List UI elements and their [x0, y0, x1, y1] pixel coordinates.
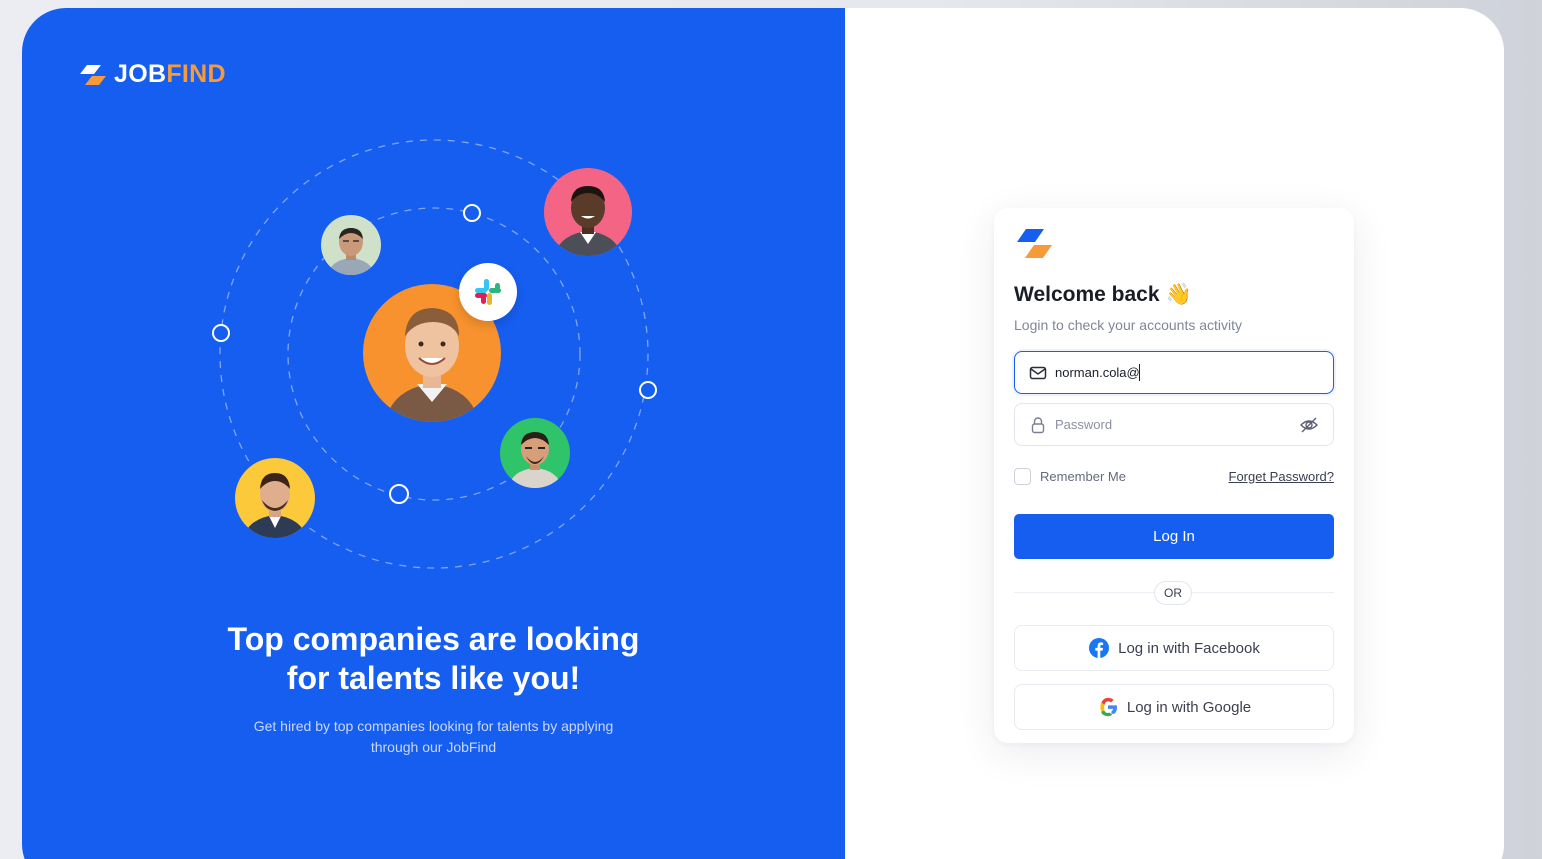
welcome-title: Welcome back: [1014, 283, 1160, 306]
google-login-button[interactable]: Log in with Google: [1014, 684, 1334, 730]
avatar-top-right: [544, 168, 632, 256]
hero-headline: Top companies are looking for talents li…: [22, 620, 845, 698]
hero-panel: JOBFIND Top companies are looking for ta…: [22, 8, 845, 859]
slack-icon: [475, 279, 501, 305]
login-panel: Welcome back 👋 Login to check your accou…: [845, 8, 1504, 859]
login-button[interactable]: Log In: [1014, 514, 1334, 559]
hero-subtext-line1: Get hired by top companies looking for t…: [253, 718, 614, 734]
eye-off-icon: [1300, 417, 1318, 432]
facebook-login-button[interactable]: Log in with Facebook: [1014, 625, 1334, 671]
email-field[interactable]: norman.cola@: [1014, 351, 1334, 394]
google-login-label: Log in with Google: [1126, 698, 1252, 716]
orbit-dot: [212, 324, 230, 342]
login-card: Welcome back 👋 Login to check your accou…: [994, 208, 1354, 743]
toggle-password-visibility[interactable]: [1299, 416, 1319, 434]
orbit-dot: [639, 381, 657, 399]
forgot-password-link[interactable]: Forget Password?: [1229, 469, 1335, 484]
remember-me-label: Remember Me: [1040, 469, 1126, 484]
facebook-icon: [1089, 638, 1110, 658]
slack-badge: [459, 263, 517, 321]
facebook-login-label: Log in with Facebook: [1118, 639, 1260, 657]
welcome-heading: Welcome back 👋: [1014, 283, 1192, 307]
lock-icon: [1031, 416, 1045, 433]
orbit-dot: [463, 204, 481, 222]
app-frame: JOBFIND Top companies are looking for ta…: [22, 8, 1504, 859]
hero-subtext: Get hired by top companies looking for t…: [22, 716, 845, 758]
email-input-value[interactable]: norman.cola@: [1055, 365, 1140, 380]
google-icon: [1100, 697, 1117, 717]
orbit-dot: [389, 484, 409, 504]
jobfind-logo-icon: [1017, 229, 1052, 258]
avatar-bottom-left: [235, 458, 315, 538]
mail-icon: [1029, 366, 1047, 379]
hero-headline-line1: Top companies are looking: [227, 621, 640, 657]
login-subtitle: Login to check your accounts activity: [1014, 317, 1243, 333]
avatar-top-left: [321, 215, 381, 275]
text-caret: [1138, 364, 1140, 381]
password-field[interactable]: [1014, 403, 1334, 446]
hero-subtext-line2: through our JobFind: [370, 739, 497, 755]
or-separator: OR: [1154, 581, 1192, 605]
remember-me[interactable]: Remember Me: [1014, 468, 1126, 485]
remember-me-checkbox[interactable]: [1014, 468, 1031, 485]
wave-emoji-icon: 👋: [1165, 283, 1192, 306]
password-input[interactable]: [1055, 417, 1299, 432]
avatar-bottom-right: [500, 418, 570, 488]
hero-headline-line2: for talents like you!: [286, 660, 581, 696]
